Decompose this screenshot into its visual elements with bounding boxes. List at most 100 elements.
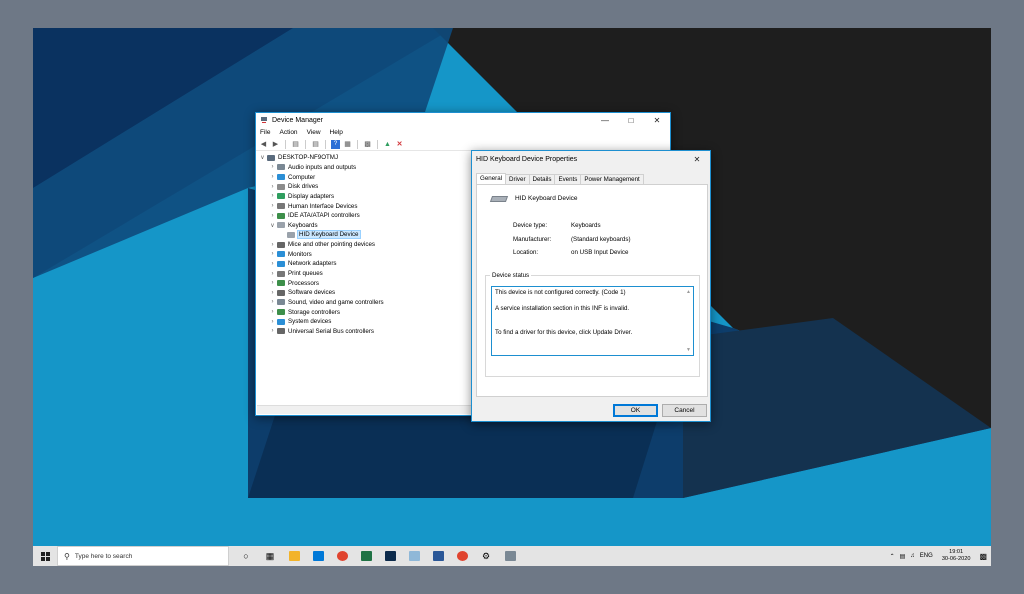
status-scrollbar[interactable]: ▲ ▼ bbox=[685, 288, 692, 354]
tab-general[interactable]: General bbox=[476, 173, 507, 184]
tree-item[interactable]: › System devices bbox=[258, 317, 468, 327]
chrome-icon[interactable] bbox=[333, 547, 351, 565]
maximize-icon[interactable]: □ bbox=[618, 113, 644, 127]
uninstall-device-icon[interactable]: ✕ bbox=[395, 140, 404, 149]
tree-item-label: Keyboards bbox=[288, 221, 318, 229]
show-hide-tree-icon[interactable]: ▤ bbox=[291, 140, 300, 149]
tree-item[interactable]: › Network adapters bbox=[258, 259, 468, 269]
system-icon bbox=[277, 318, 285, 325]
device-manager-taskbar-icon[interactable] bbox=[501, 547, 519, 565]
tree-item[interactable]: › Display adapters bbox=[258, 192, 468, 202]
file-explorer-icon[interactable] bbox=[285, 547, 303, 565]
tree-item[interactable]: › Mice and other pointing devices bbox=[258, 240, 468, 250]
network-icon[interactable]: ▤ bbox=[900, 553, 906, 560]
keyboard-icon bbox=[489, 195, 509, 202]
clock-time: 19:01 bbox=[949, 549, 964, 555]
chevron-right-icon[interactable]: › bbox=[268, 271, 277, 277]
search-box[interactable]: ⚲ Type here to search bbox=[57, 546, 229, 566]
cortana-icon[interactable]: ○ bbox=[237, 547, 255, 565]
minimize-icon[interactable]: — bbox=[592, 113, 618, 127]
chevron-right-icon[interactable]: › bbox=[268, 203, 277, 209]
chevron-right-icon[interactable]: › bbox=[268, 251, 277, 257]
clock[interactable]: 19:01 30-06-2020 bbox=[942, 549, 971, 563]
tab-driver[interactable]: Driver bbox=[505, 174, 530, 184]
tree-item[interactable]: › Print queues bbox=[258, 269, 468, 279]
device-status-textbox[interactable]: This device is not configured correctly.… bbox=[491, 286, 694, 356]
chevron-up-icon[interactable]: ⌃ bbox=[890, 553, 895, 560]
taskbar: ⚲ Type here to search ○ ▦ ⚙ ⌃ ▤ ♫ ENG 19… bbox=[33, 546, 991, 566]
chevron-right-icon[interactable]: › bbox=[268, 242, 277, 248]
photoshop-icon[interactable] bbox=[381, 547, 399, 565]
mail-icon[interactable] bbox=[309, 547, 327, 565]
tree-item-label: Software devices bbox=[288, 289, 336, 297]
tab-events[interactable]: Events bbox=[554, 174, 582, 184]
scroll-up-icon[interactable]: ▲ bbox=[686, 288, 691, 296]
chevron-right-icon[interactable]: › bbox=[268, 184, 277, 190]
excel-icon[interactable] bbox=[357, 547, 375, 565]
chevron-right-icon[interactable]: › bbox=[268, 164, 277, 170]
chevron-right-icon[interactable]: › bbox=[268, 299, 277, 305]
scan-hardware-icon[interactable]: ▩ bbox=[363, 140, 372, 149]
notepad-icon[interactable] bbox=[405, 547, 423, 565]
properties-dialog: HID Keyboard Device Properties ✕ General… bbox=[471, 150, 711, 422]
usb-icon bbox=[277, 328, 285, 335]
properties-titlebar[interactable]: HID Keyboard Device Properties ✕ bbox=[472, 151, 710, 167]
back-arrow-icon[interactable]: ◀ bbox=[259, 140, 268, 149]
word-icon[interactable] bbox=[429, 547, 447, 565]
tree-item[interactable]: › Human Interface Devices bbox=[258, 201, 468, 211]
tree-item[interactable]: › Computer bbox=[258, 172, 468, 182]
chevron-right-icon[interactable]: › bbox=[268, 193, 277, 199]
tree-item[interactable]: ∨ DESKTOP-NF9OTMJ bbox=[258, 153, 468, 163]
language-indicator[interactable]: ENG bbox=[920, 553, 933, 559]
ok-button[interactable]: OK bbox=[613, 404, 658, 417]
tree-item[interactable]: › Disk drives bbox=[258, 182, 468, 192]
start-button[interactable] bbox=[33, 546, 57, 566]
notifications-icon[interactable]: ▩ bbox=[979, 552, 987, 561]
tree-item[interactable]: › Storage controllers bbox=[258, 307, 468, 317]
tab-power-management[interactable]: Power Management bbox=[580, 174, 644, 184]
chevron-right-icon[interactable]: › bbox=[268, 328, 277, 334]
forward-arrow-icon[interactable]: ▶ bbox=[271, 140, 280, 149]
chevron-right-icon[interactable]: › bbox=[268, 261, 277, 267]
tree-item[interactable]: › Processors bbox=[258, 278, 468, 288]
tab-details[interactable]: Details bbox=[528, 174, 556, 184]
close-icon[interactable]: ✕ bbox=[644, 113, 670, 127]
tree-item[interactable]: › Monitors bbox=[258, 249, 468, 259]
scroll-down-icon[interactable]: ▼ bbox=[686, 346, 691, 354]
chrome-icon[interactable] bbox=[453, 547, 471, 565]
settings-gear-icon[interactable]: ⚙ bbox=[477, 547, 495, 565]
close-icon[interactable]: ✕ bbox=[684, 152, 710, 166]
menu-view[interactable]: View bbox=[307, 129, 321, 136]
chevron-down-icon[interactable]: ∨ bbox=[268, 222, 277, 229]
tree-item[interactable]: › IDE ATA/ATAPI controllers bbox=[258, 211, 468, 221]
menu-action[interactable]: Action bbox=[279, 129, 297, 136]
chevron-right-icon[interactable]: › bbox=[268, 280, 277, 286]
manufacturer-value: (Standard keyboards) bbox=[571, 236, 631, 243]
location-label: Location: bbox=[513, 249, 539, 256]
status-line bbox=[495, 297, 690, 305]
chevron-right-icon[interactable]: › bbox=[268, 290, 277, 296]
speaker-icon bbox=[277, 164, 285, 171]
tree-item[interactable]: › Sound, video and game controllers bbox=[258, 298, 468, 308]
volume-icon[interactable]: ♫ bbox=[910, 553, 915, 559]
device-name: HID Keyboard Device bbox=[515, 195, 578, 202]
help-icon[interactable]: ? bbox=[331, 139, 340, 149]
chevron-right-icon[interactable]: › bbox=[268, 309, 277, 315]
tree-item[interactable]: › Software devices bbox=[258, 288, 468, 298]
cancel-button[interactable]: Cancel bbox=[662, 404, 707, 417]
tree-item[interactable]: › Universal Serial Bus controllers bbox=[258, 327, 468, 337]
view-icon[interactable]: ▦ bbox=[343, 140, 352, 149]
tree-item[interactable]: HID Keyboard Device bbox=[258, 230, 468, 240]
chevron-right-icon[interactable]: › bbox=[268, 174, 277, 180]
chevron-down-icon[interactable]: ∨ bbox=[258, 154, 267, 161]
device-manager-titlebar[interactable]: Device Manager — □ ✕ bbox=[256, 113, 670, 127]
properties-icon[interactable]: ▤ bbox=[311, 140, 320, 149]
chevron-right-icon[interactable]: › bbox=[268, 319, 277, 325]
tree-item[interactable]: › Audio inputs and outputs bbox=[258, 163, 468, 173]
tree-item[interactable]: ∨ Keyboards bbox=[258, 220, 468, 230]
chevron-right-icon[interactable]: › bbox=[268, 213, 277, 219]
task-view-icon[interactable]: ▦ bbox=[261, 547, 279, 565]
menu-file[interactable]: File bbox=[260, 129, 270, 136]
update-driver-icon[interactable]: ▲ bbox=[383, 140, 392, 149]
menu-help[interactable]: Help bbox=[330, 129, 343, 136]
